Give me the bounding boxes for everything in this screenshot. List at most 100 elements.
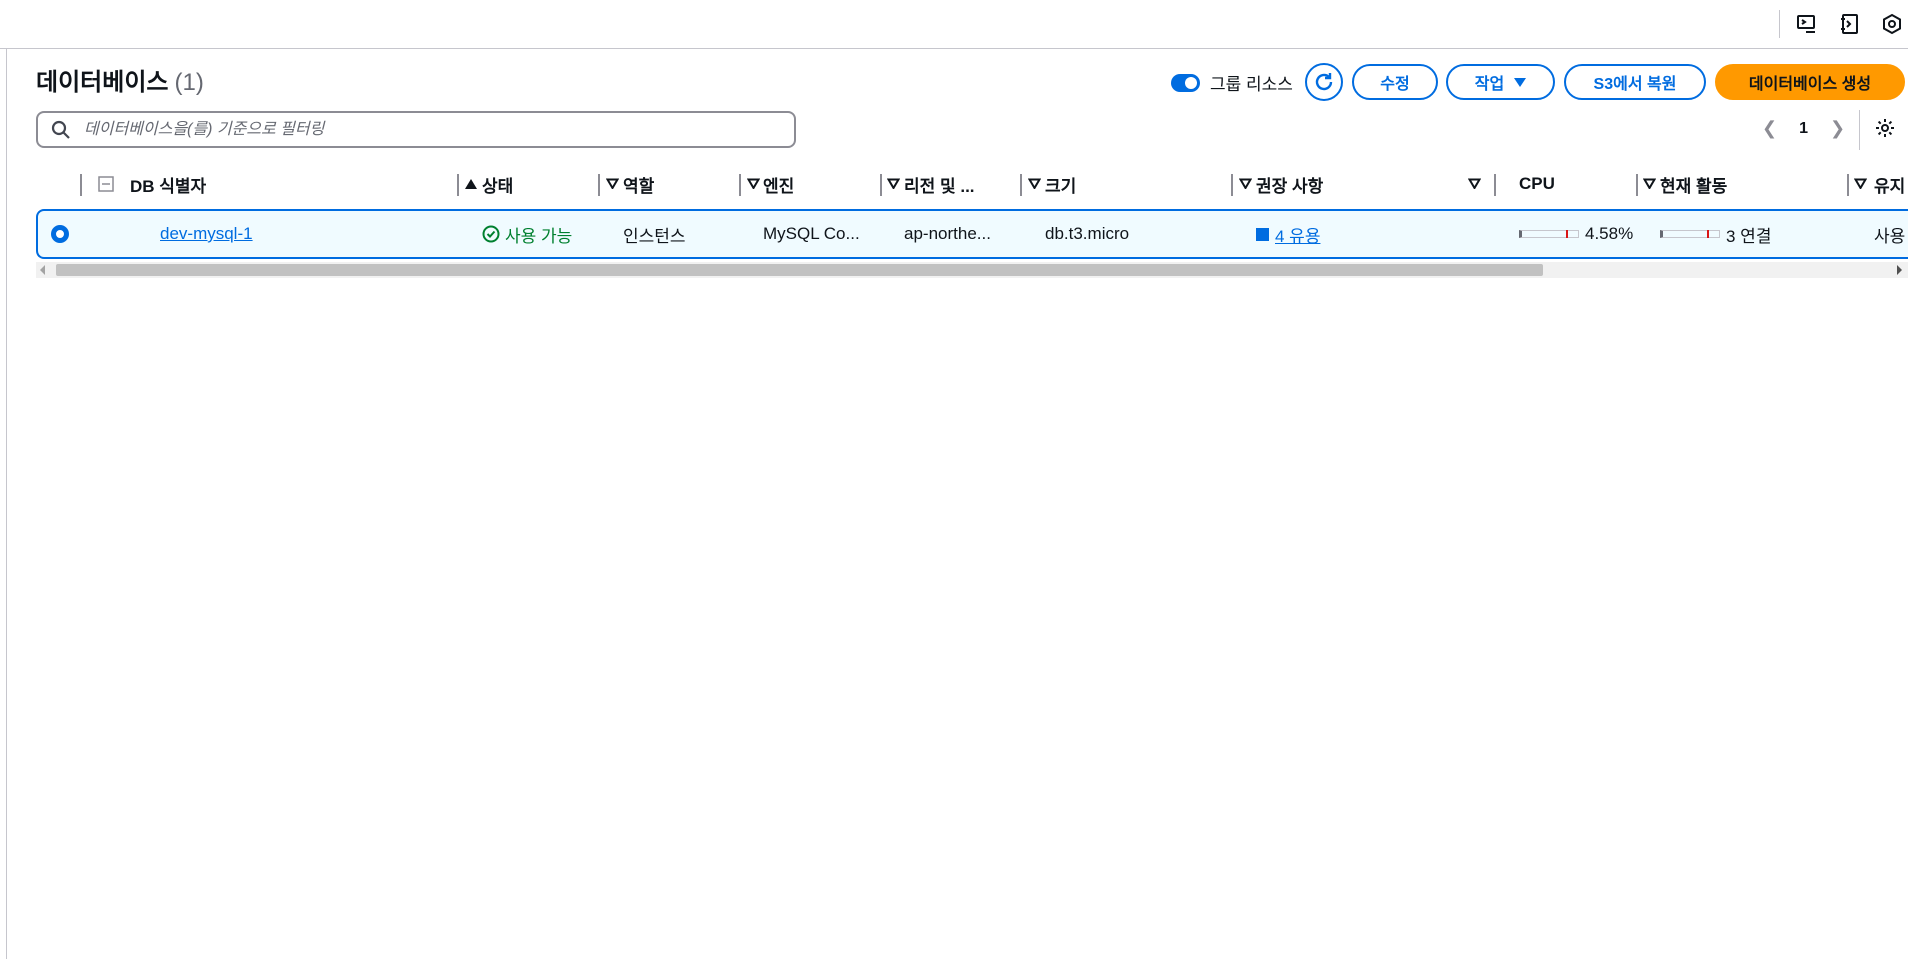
modify-button[interactable]: 수정: [1352, 64, 1438, 100]
sort-icon: [1468, 178, 1481, 189]
column-header-db-identifier[interactable]: DB 식별자: [130, 166, 480, 202]
success-check-icon: [482, 225, 500, 243]
console-log-icon[interactable]: [1838, 12, 1862, 36]
group-resources-toggle[interactable]: 그룹 리소스: [1171, 70, 1293, 95]
sort-icon: [1854, 178, 1867, 189]
column-divider: [1847, 174, 1849, 196]
recommendations-cell: 4 유용: [1256, 211, 1320, 257]
caret-down-icon: [1514, 77, 1527, 87]
horizontal-scrollbar[interactable]: [36, 262, 1908, 278]
previous-page-icon[interactable]: ❮: [1762, 118, 1777, 139]
actions-dropdown-button[interactable]: 작업: [1446, 64, 1555, 100]
column-header-size[interactable]: 크기: [1045, 166, 1252, 202]
maintenance-text: 사용: [1874, 226, 1906, 246]
column-label: 크기: [1045, 176, 1077, 196]
status-cell: 사용 가능: [482, 211, 572, 257]
column-label: 유지: [1874, 176, 1906, 196]
column-header-engine[interactable]: 엔진: [763, 166, 900, 202]
column-label: 엔진: [763, 176, 795, 196]
column-header-recommendations[interactable]: 권장 사항: [1256, 166, 1486, 202]
collapse-all-icon[interactable]: [98, 166, 114, 202]
column-header-maintenance[interactable]: 유지: [1874, 166, 1905, 202]
sort-icon: [747, 178, 760, 189]
column-label: 리전 및 ...: [904, 176, 975, 196]
size-cell: db.t3.micro: [1045, 211, 1129, 257]
restore-from-s3-button[interactable]: S3에서 복원: [1564, 64, 1706, 100]
recommendations-link[interactable]: 4 유용: [1275, 222, 1320, 247]
sort-icon: [887, 178, 900, 189]
activity-cell: 3 연결: [1660, 211, 1771, 257]
db-identifier-cell: dev-mysql-1: [160, 211, 253, 257]
cloudshell-icon[interactable]: [1795, 12, 1819, 36]
group-resources-label: 그룹 리소스: [1210, 75, 1293, 94]
column-header-region[interactable]: 리전 및 ...: [904, 166, 1041, 202]
column-header-current-activity[interactable]: 현재 활동: [1660, 166, 1867, 202]
column-label: 상태: [482, 176, 514, 196]
current-page-number[interactable]: 1: [1799, 120, 1808, 138]
table-row[interactable]: dev-mysql-1 사용 가능 인스턴스 MySQL Co... ap-no…: [36, 209, 1908, 259]
scroll-left-arrow-icon[interactable]: [40, 265, 45, 275]
refresh-button[interactable]: [1305, 63, 1343, 101]
cpu-text: 4.58%: [1585, 224, 1634, 243]
column-divider: [80, 174, 82, 196]
column-divider: [880, 174, 882, 196]
column-header-cpu[interactable]: CPU: [1519, 166, 1656, 202]
region-text: ap-northe...: [904, 224, 991, 243]
column-divider: [739, 174, 741, 196]
sort-icon: [1239, 178, 1252, 189]
sort-ascending-icon: [465, 179, 477, 189]
actions-button-label: 작업: [1474, 76, 1505, 93]
column-divider: [1231, 174, 1233, 196]
pagination-divider: [1859, 110, 1860, 150]
scroll-right-arrow-icon[interactable]: [1897, 265, 1902, 275]
column-label: 권장 사항: [1256, 176, 1324, 196]
sort-icon: [1028, 178, 1041, 189]
page-title: 데이터베이스 (1): [36, 62, 204, 97]
column-divider: [1494, 174, 1496, 196]
role-cell: 인스턴스: [623, 211, 686, 257]
column-divider: [1636, 174, 1638, 196]
activity-text: 3 연결: [1726, 226, 1772, 246]
column-label: 역할: [623, 176, 655, 196]
filter-input[interactable]: [82, 119, 766, 140]
scrollbar-thumb[interactable]: [56, 264, 1543, 276]
create-database-label: 데이터베이스 생성: [1748, 76, 1872, 93]
recommendation-square-icon: [1256, 227, 1269, 241]
top-navigation-bar: [0, 0, 1908, 49]
sort-icon: [1643, 178, 1656, 189]
settings-hex-icon[interactable]: [1880, 12, 1904, 36]
role-text: 인스턴스: [623, 226, 686, 246]
modify-button-label: 수정: [1380, 76, 1410, 93]
restore-from-s3-label: S3에서 복원: [1593, 76, 1677, 93]
column-header-status[interactable]: 상태: [482, 166, 619, 202]
next-page-icon[interactable]: ❯: [1830, 118, 1845, 139]
column-label: DB 식별자: [130, 176, 207, 196]
column-label: 현재 활동: [1660, 176, 1728, 196]
left-panel-border: [6, 49, 7, 959]
row-select-radio[interactable]: [51, 225, 69, 243]
column-divider: [1020, 174, 1022, 196]
column-label: CPU: [1519, 174, 1555, 193]
column-divider: [598, 174, 600, 196]
pagination: ❮ 1 ❯: [1762, 118, 1845, 139]
cpu-cell: 4.58%: [1519, 211, 1633, 257]
cpu-usage-bar: [1519, 230, 1579, 238]
resource-count: (1): [174, 69, 204, 96]
table-header: DB 식별자 상태 역할 엔진 리전 및 ... 크기 권장 사항 CPU 현재…: [36, 166, 1908, 202]
status-text: 사용 가능: [505, 226, 573, 246]
create-database-button[interactable]: 데이터베이스 생성: [1715, 64, 1905, 100]
page-title-text: 데이터베이스: [36, 69, 169, 96]
toggle-switch[interactable]: [1171, 73, 1200, 92]
refresh-icon: [1315, 73, 1333, 91]
filter-search-box[interactable]: [36, 111, 796, 148]
table-preferences-gear-icon[interactable]: [1874, 117, 1896, 139]
search-icon: [50, 119, 72, 141]
db-identifier-link[interactable]: dev-mysql-1: [160, 224, 253, 244]
engine-text: MySQL Co...: [763, 224, 860, 243]
maintenance-cell: 사용: [1874, 211, 1905, 257]
size-text: db.t3.micro: [1045, 224, 1130, 243]
engine-cell: MySQL Co...: [763, 211, 860, 257]
column-header-role[interactable]: 역할: [623, 166, 760, 202]
activity-bar: [1660, 230, 1720, 238]
column-divider: [457, 174, 459, 196]
